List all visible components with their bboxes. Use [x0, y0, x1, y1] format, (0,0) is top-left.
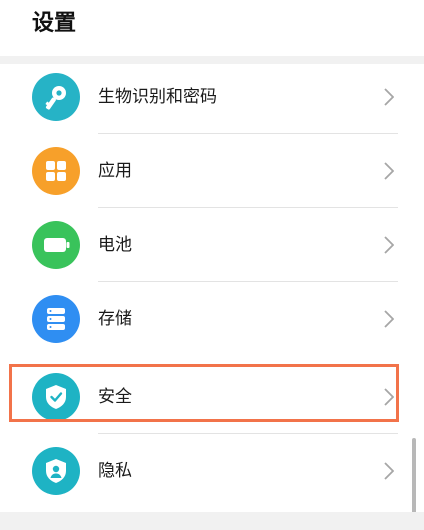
page-title: 设置 — [32, 11, 77, 36]
chevron-right-icon — [384, 162, 394, 180]
settings-item-apps[interactable]: 应用 — [0, 134, 424, 208]
chevron-right-icon — [384, 88, 394, 106]
settings-item-label: 生物识别和密码 — [98, 87, 217, 107]
settings-item-biometrics[interactable]: 生物识别和密码 — [0, 60, 424, 134]
settings-item-storage[interactable]: 存储 — [0, 282, 424, 356]
chevron-right-icon — [384, 310, 394, 328]
settings-item-label: 电池 — [98, 235, 132, 255]
chevron-right-icon — [384, 462, 394, 480]
settings-item-privacy[interactable]: 隐私 — [0, 434, 424, 508]
settings-item-label: 应用 — [98, 161, 132, 181]
storage-icon — [32, 295, 80, 343]
header: 设置 — [0, 0, 424, 56]
settings-item-label: 存储 — [98, 309, 132, 329]
chevron-right-icon — [384, 236, 394, 254]
apps-grid-icon — [32, 147, 80, 195]
section-gap-bottom — [0, 512, 424, 530]
highlight-box — [9, 364, 399, 422]
scrollbar[interactable] — [412, 438, 416, 514]
settings-item-label: 隐私 — [98, 461, 132, 481]
privacy-icon — [32, 447, 80, 495]
battery-icon — [32, 221, 80, 269]
key-icon — [32, 73, 80, 121]
settings-item-battery[interactable]: 电池 — [0, 208, 424, 282]
